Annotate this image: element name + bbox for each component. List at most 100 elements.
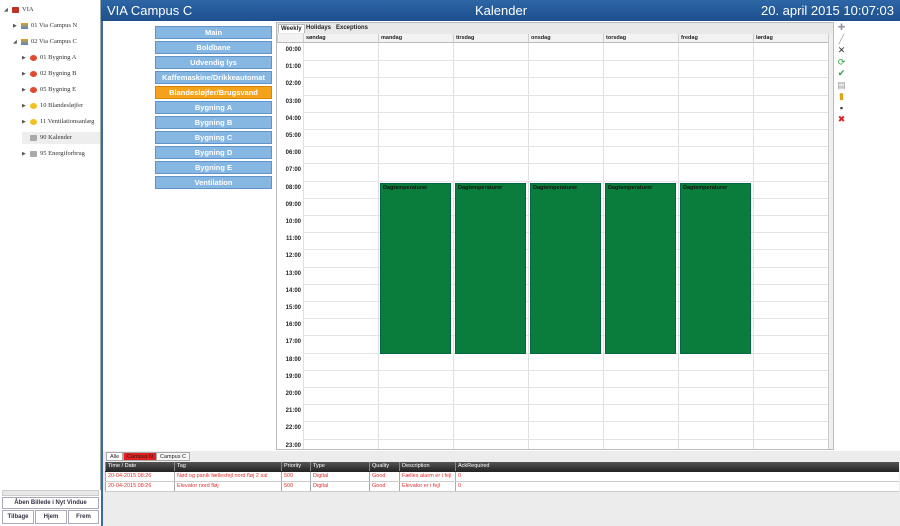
weekly-calendar: Weekly Holidays Exceptions søndag mandag tir… bbox=[276, 22, 834, 450]
expand-arrow-icon[interactable]: ◢ bbox=[13, 37, 21, 49]
column-header[interactable]: Priority bbox=[281, 462, 310, 471]
alarm-cell: Fælles alarm er i fejl bbox=[399, 472, 455, 481]
calendar-event[interactable]: Dagtemperaturer bbox=[380, 182, 451, 354]
nav-button[interactable]: Bygning B bbox=[155, 116, 272, 129]
printer-icon bbox=[30, 134, 37, 141]
hour-line bbox=[303, 129, 828, 130]
expand-arrow-icon[interactable]: ▶ bbox=[22, 53, 30, 65]
alarm-tab[interactable]: Campus N bbox=[123, 452, 157, 461]
tree-item[interactable]: ◢ 02 Via Campus C bbox=[13, 36, 100, 48]
column-header[interactable]: AckRequired bbox=[455, 462, 525, 471]
tree-item[interactable]: ▶ 11 Ventilationsanlæg bbox=[22, 116, 100, 128]
calendar-tabs: Weekly Holidays Exceptions bbox=[277, 23, 833, 34]
printer-icon bbox=[30, 150, 37, 157]
nav-button[interactable]: Ventilation bbox=[155, 176, 272, 189]
tree-item-label: 95 Energiforbrug bbox=[40, 150, 85, 157]
nav-button[interactable]: Bygning A bbox=[155, 101, 272, 114]
tree-item[interactable]: ▶ 01 Bygning A bbox=[22, 52, 100, 64]
tree-item-label: 05 Bygning E bbox=[40, 86, 77, 93]
close-icon[interactable]: ✖ bbox=[836, 114, 847, 125]
calendar-tab[interactable]: Weekly bbox=[278, 24, 305, 33]
nav-button[interactable]: Bygning C bbox=[155, 131, 272, 144]
nav-button[interactable]: Blandesløjfer/Brugsvand bbox=[155, 86, 272, 99]
column-header[interactable]: Type bbox=[310, 462, 369, 471]
campus-icon bbox=[21, 38, 28, 45]
column-header[interactable]: Tag bbox=[174, 462, 281, 471]
nav-button[interactable]: Bygning E bbox=[155, 161, 272, 174]
alarm-row[interactable]: 20-04-2015 08:26 Elevator nord fløj 500 Dig… bbox=[105, 482, 899, 492]
tree-item[interactable]: ◢ VIA bbox=[4, 4, 100, 16]
alarm-cell: Elevator nord fløj bbox=[174, 482, 281, 491]
alarm-tab[interactable]: Alle bbox=[106, 452, 124, 461]
alarm-red-icon bbox=[30, 70, 37, 77]
day-divider bbox=[378, 43, 379, 449]
nav-button[interactable]: Main bbox=[155, 26, 272, 39]
alarm-cell: 20-04-2015 08:26 bbox=[105, 482, 174, 491]
tree-item-label: 10 Blandesløjfer bbox=[40, 102, 84, 109]
alarm-cell: 20-04-2015 08:26 bbox=[105, 472, 174, 481]
home-button[interactable]: Hjem bbox=[35, 510, 67, 524]
hour-label: 12:00 bbox=[285, 253, 301, 260]
open-in-new-window-button[interactable]: Åben Billede i Nyt Vindue bbox=[2, 497, 99, 509]
hour-label: 00:00 bbox=[285, 47, 301, 53]
calendar-tab[interactable]: Holidays bbox=[304, 24, 333, 33]
tree-horizontal-scrollbar[interactable] bbox=[2, 490, 99, 496]
column-header[interactable]: Time / Date bbox=[105, 462, 174, 471]
tree-item[interactable]: 90 Kalender bbox=[22, 132, 100, 144]
alarm-cell: Digital bbox=[310, 482, 369, 491]
tree-item[interactable]: ▶ 01 Via Campus N bbox=[13, 20, 100, 32]
hour-line bbox=[303, 387, 828, 388]
calendar-event[interactable]: Dagtemperaturer bbox=[680, 182, 751, 354]
alarm-row[interactable]: 20-04-2015 08:26 Nød og panik fællesfejl … bbox=[105, 472, 899, 482]
calendar-tab[interactable]: Exceptions bbox=[334, 24, 370, 33]
calendar-event[interactable]: Dagtemperaturer bbox=[530, 182, 601, 354]
expand-arrow-icon[interactable]: ▶ bbox=[22, 85, 30, 97]
calendar-scrollbar[interactable] bbox=[828, 34, 833, 449]
expand-arrow-icon[interactable]: ▶ bbox=[22, 117, 30, 129]
alarm-tab[interactable]: Campus C bbox=[156, 452, 190, 461]
day-divider bbox=[753, 43, 754, 449]
check-icon[interactable]: ✔ bbox=[836, 68, 847, 79]
hour-label: 14:00 bbox=[285, 287, 301, 294]
save-icon[interactable]: ▪ bbox=[836, 103, 847, 114]
hour-label: 01:00 bbox=[285, 64, 301, 71]
expand-arrow-icon[interactable]: ▶ bbox=[22, 149, 30, 161]
alarm-red-icon bbox=[30, 86, 37, 93]
day-header: lørdag bbox=[753, 34, 828, 43]
tree-item[interactable]: ▶ 02 Bygning B bbox=[22, 68, 100, 80]
nav-button[interactable]: Bygning D bbox=[155, 146, 272, 159]
expand-arrow-icon[interactable]: ▶ bbox=[22, 101, 30, 113]
forward-button[interactable]: Frem bbox=[68, 510, 99, 524]
delete-icon[interactable]: ✕ bbox=[836, 45, 847, 56]
nav-button[interactable]: Boldbane bbox=[155, 41, 272, 54]
hour-line bbox=[303, 94, 828, 96]
column-header[interactable]: Quality bbox=[369, 462, 399, 471]
print-icon[interactable]: ▤ bbox=[836, 80, 847, 91]
alarm-table-header: Time / Date Tag Priority Type Quality Descrip… bbox=[105, 462, 899, 472]
calendar-event[interactable]: Dagtemperaturer bbox=[455, 182, 526, 354]
expand-arrow-icon[interactable]: ▶ bbox=[22, 69, 30, 81]
tree-item[interactable]: ▶ 95 Energiforbrug bbox=[22, 148, 100, 160]
tree-item[interactable]: ▶ 10 Blandesløjfer bbox=[22, 100, 100, 112]
hour-line bbox=[303, 163, 828, 165]
nav-button[interactable]: Udvendig lys bbox=[155, 56, 272, 69]
column-header[interactable]: Description bbox=[399, 462, 455, 471]
day-header: søndag bbox=[303, 34, 378, 43]
paste-icon[interactable]: ▮ bbox=[836, 91, 847, 102]
edit-icon[interactable]: ╱ bbox=[836, 34, 847, 45]
calendar-event[interactable]: Dagtemperaturer bbox=[605, 182, 676, 354]
back-button[interactable]: Tilbage bbox=[2, 510, 34, 524]
nav-button[interactable]: Kaffemaskine/Drikkeautomat bbox=[155, 71, 272, 84]
tree-item[interactable]: ▶ 05 Bygning E bbox=[22, 84, 100, 96]
expand-arrow-icon[interactable]: ▶ bbox=[13, 21, 21, 33]
tree-item-label: VIA bbox=[22, 6, 34, 13]
alarm-panel: Time / Date Tag Priority Type Quality Descrip… bbox=[101, 451, 900, 526]
day-header: mandag bbox=[378, 34, 453, 43]
hour-label: 06:00 bbox=[285, 150, 301, 157]
alarm-cell: 0 bbox=[455, 482, 525, 491]
expand-arrow-icon[interactable]: ◢ bbox=[4, 5, 12, 17]
refresh-icon[interactable]: ⟳ bbox=[836, 57, 847, 68]
title-bar: VIA Campus C Kalender 20. april 2015 10:… bbox=[101, 0, 900, 21]
add-icon[interactable]: ✚ bbox=[836, 22, 847, 33]
hour-label: 22:00 bbox=[285, 425, 301, 432]
